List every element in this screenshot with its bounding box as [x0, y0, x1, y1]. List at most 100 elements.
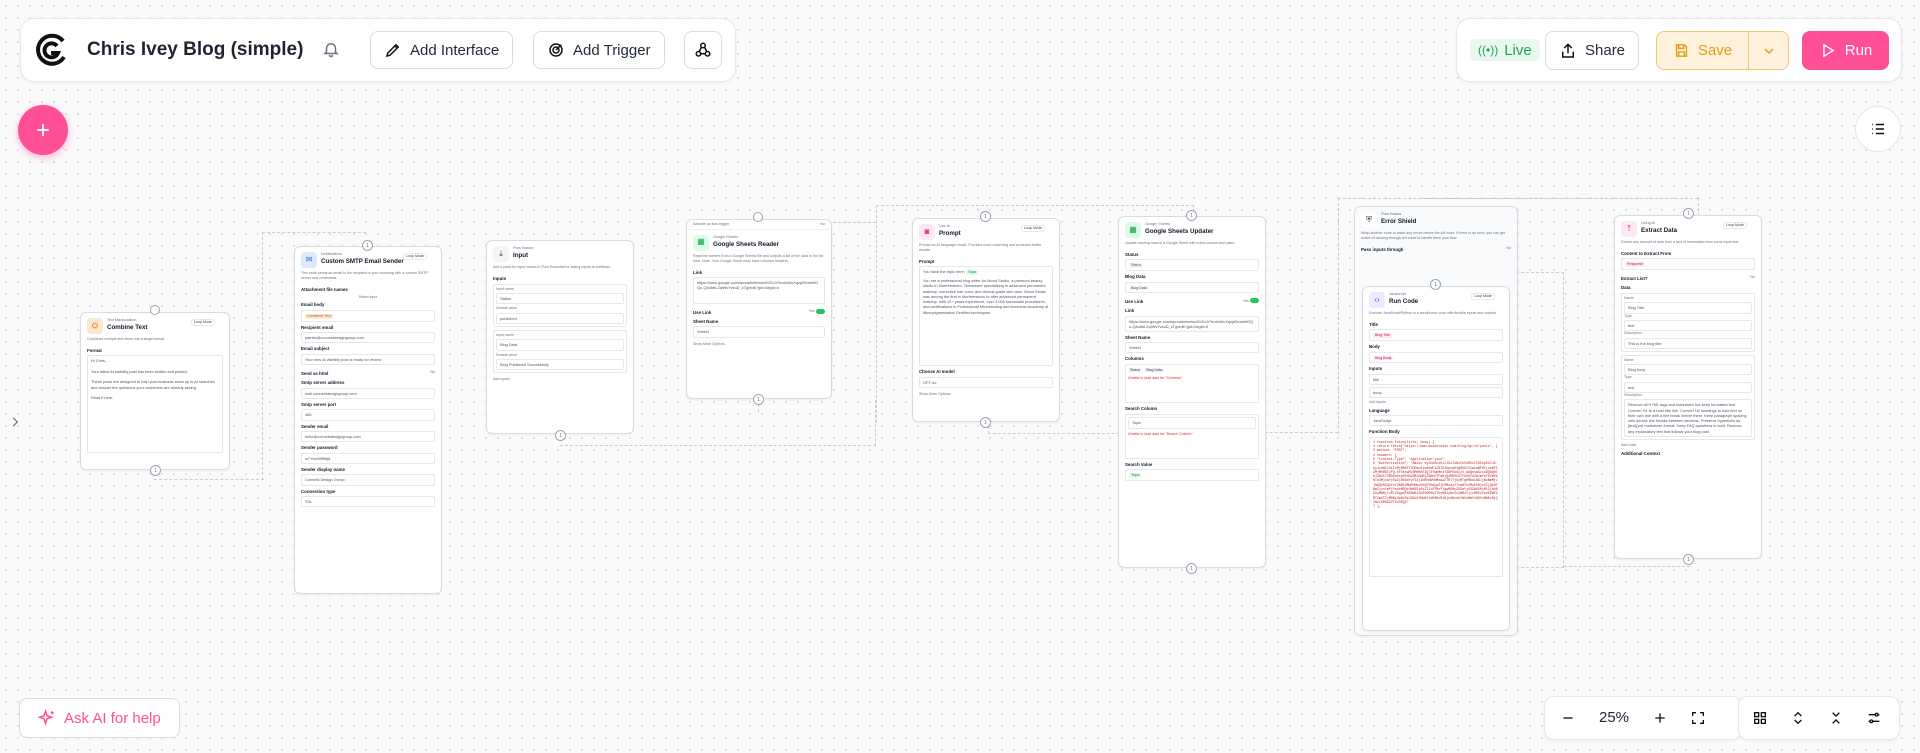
code-input-field[interactable]: title — [1369, 373, 1503, 386]
zoom-out-button[interactable] — [1556, 706, 1580, 730]
search-column-select[interactable]: Topic — [1128, 417, 1256, 429]
add-inputs-link[interactable]: Add inputs — [1369, 400, 1503, 405]
data-name-field[interactable]: Blog body — [1624, 364, 1752, 376]
node-output-port[interactable]: 1 — [1186, 563, 1197, 574]
trigger-toggle[interactable]: No — [820, 222, 825, 227]
zoom-level[interactable]: 25% — [1594, 709, 1634, 726]
search-value-field[interactable]: Topic — [1125, 469, 1259, 481]
data-name-field[interactable]: Blog Title — [1624, 302, 1752, 314]
add-data-link[interactable]: Add Data — [1621, 443, 1755, 448]
add-node-button[interactable] — [18, 105, 68, 155]
node-input-port[interactable]: 1 — [980, 211, 991, 222]
save-dropdown-button[interactable] — [1748, 31, 1789, 70]
node-input-port[interactable]: 1 — [1430, 279, 1441, 290]
node-combine-text[interactable]: ⛭ Text Manipulation Combine Text Loop Mo… — [80, 312, 230, 470]
node-google-sheets-reader[interactable]: Activate as flow trigger No ▦ Google She… — [686, 219, 832, 399]
smtp-port-field[interactable]: 465 — [301, 409, 435, 421]
node-list-button[interactable] — [1855, 106, 1901, 152]
language-select[interactable]: JavaScript — [1369, 415, 1503, 427]
show-more-options-link[interactable]: Show More Options — [919, 392, 1053, 397]
loop-mode-badge[interactable]: Loop Mode — [1471, 293, 1495, 300]
select-input-link[interactable]: Select input — [301, 295, 435, 300]
node-input-port[interactable] — [753, 212, 763, 222]
share-button[interactable]: Share — [1545, 31, 1640, 70]
bell-icon[interactable] — [322, 40, 340, 58]
status-field[interactable]: Status — [1125, 259, 1259, 272]
loop-mode-badge[interactable]: Loop Mode — [1723, 222, 1747, 229]
show-more-options-link[interactable]: Show More Options — [693, 342, 825, 347]
data-description-field[interactable]: This is the blog title — [1624, 337, 1752, 349]
node-output-port[interactable]: 1 — [150, 465, 161, 476]
fit-screen-button[interactable] — [1686, 706, 1710, 730]
input-name-field[interactable]: Blog Data — [496, 339, 624, 351]
sender-password-field[interactable]: w7Yvub9f9f#j8 — [301, 452, 435, 464]
collapse-all-button[interactable] — [1824, 706, 1848, 730]
columns-field[interactable]: Status Blog Data Unable to load data for … — [1125, 364, 1259, 404]
use-link-toggle[interactable] — [1250, 298, 1259, 304]
node-input-port[interactable]: 1 — [362, 240, 373, 251]
live-badge[interactable]: ((•)) Live — [1470, 39, 1540, 61]
pass-inputs-toggle[interactable]: No — [1506, 246, 1511, 251]
format-textarea[interactable]: Hi Chris, Your latest AI visibility post… — [87, 355, 223, 454]
node-extract-data[interactable]: ⤒ Using AI Extract Data Loop Mode Extrac… — [1614, 215, 1762, 559]
node-output-port[interactable]: 1 — [555, 430, 566, 441]
email-subject-field[interactable]: Your new AI visibility post is ready for… — [301, 353, 435, 366]
default-value-field[interactable]: published — [496, 312, 624, 324]
add-interface-button[interactable]: Add Interface — [370, 31, 514, 69]
sheet-name-select[interactable]: Sheet1 — [693, 326, 825, 338]
smtp-server-field[interactable]: mail.connektdesigngroup.com — [301, 387, 435, 399]
input-name-field[interactable]: Status — [496, 293, 624, 305]
node-output-port[interactable]: 1 — [1683, 554, 1694, 565]
run-button[interactable]: Run — [1802, 31, 1889, 70]
node-google-sheets-updater[interactable]: ▦ Google Sheets Google Sheets Updater Up… — [1118, 216, 1266, 568]
sheet-link-field[interactable]: https://docs.google.com/spreadsheets/d/1… — [693, 276, 825, 304]
node-smtp-email-sender[interactable]: ✉ Notifications Custom SMTP Email Sender… — [294, 246, 442, 594]
app-logo[interactable] — [33, 32, 69, 68]
sheet-link-field[interactable]: https://docs.google.com/spreadsheets/d/1… — [1125, 315, 1259, 332]
default-value-field[interactable]: Blog Published Successfully — [496, 358, 624, 371]
expand-all-button[interactable] — [1786, 706, 1810, 730]
node-prompt[interactable]: ◙ Use AI Prompt Loop Mode Prompt an AI l… — [912, 218, 1060, 422]
code-input-field[interactable]: body — [1369, 386, 1503, 398]
save-button[interactable]: Save — [1656, 31, 1749, 70]
webhook-button[interactable] — [684, 31, 722, 69]
body-field[interactable]: Blog Body — [1369, 351, 1503, 364]
send-html-toggle[interactable]: No — [430, 370, 435, 375]
data-type-select[interactable]: text — [1624, 381, 1752, 394]
workflow-title[interactable]: Chris Ivey Blog (simple) — [87, 39, 303, 61]
add-trigger-button[interactable]: Add Trigger — [533, 31, 665, 69]
data-description-field[interactable]: Remove all HTML tags and markdown but ke… — [1624, 399, 1752, 438]
ask-ai-button[interactable]: Ask AI for help — [19, 698, 180, 738]
extract-list-toggle[interactable]: No — [1750, 275, 1755, 280]
node-input-port[interactable]: 1 — [1186, 210, 1197, 221]
function-body-editor[interactable]: 1 function Fetch(title, body) { 2 return… — [1369, 436, 1503, 577]
title-field[interactable]: Blog Title — [1369, 329, 1503, 342]
loop-mode-badge[interactable]: Loop Mode — [403, 253, 427, 260]
node-run-code[interactable]: ‹› Javascript Run Code Loop Mode Execute… — [1362, 286, 1510, 631]
use-link-toggle[interactable] — [816, 308, 825, 314]
ai-model-select[interactable]: GPT-4o — [919, 376, 1053, 388]
loop-mode-badge[interactable]: Loop Mode — [1021, 225, 1045, 232]
content-field[interactable]: Response — [1621, 258, 1755, 271]
recipient-email-field[interactable]: patrick@connektdesigngroup.com — [301, 332, 435, 344]
expand-sidebar-chevron-icon[interactable] — [8, 412, 22, 432]
add-inputs-link[interactable]: Add inputs — [493, 377, 627, 382]
sender-email-field[interactable]: hello@connektdesigngroup.com — [301, 430, 435, 443]
data-type-select[interactable]: text — [1624, 319, 1752, 332]
email-body-field[interactable]: Combined Text — [301, 309, 435, 322]
loop-mode-badge[interactable]: Loop Mode — [191, 319, 215, 326]
node-input-port[interactable]: 1 — [1683, 208, 1694, 219]
zoom-in-button[interactable] — [1648, 706, 1672, 730]
search-column-field[interactable]: Topic Unable to load data for "Search Co… — [1125, 414, 1259, 459]
canvas-settings-button[interactable] — [1862, 706, 1886, 730]
node-input-port[interactable] — [150, 305, 160, 315]
node-output-port[interactable]: 1 — [980, 417, 991, 428]
node-output-port[interactable]: 1 — [753, 394, 764, 405]
prompt-textarea[interactable]: You have the topic here: Topic You are a… — [919, 266, 1053, 367]
sender-display-name-field[interactable]: Connekt Design Group — [301, 474, 435, 486]
connection-type-select[interactable]: SSL — [301, 496, 435, 508]
node-input[interactable]: ⤓ Flow Basics Input Add a point for inpu… — [486, 240, 634, 434]
layout-grid-button[interactable] — [1748, 706, 1772, 730]
sheet-name-select[interactable]: Sheet1 — [1125, 342, 1259, 354]
blog-data-field[interactable]: Blog Data — [1125, 281, 1259, 294]
